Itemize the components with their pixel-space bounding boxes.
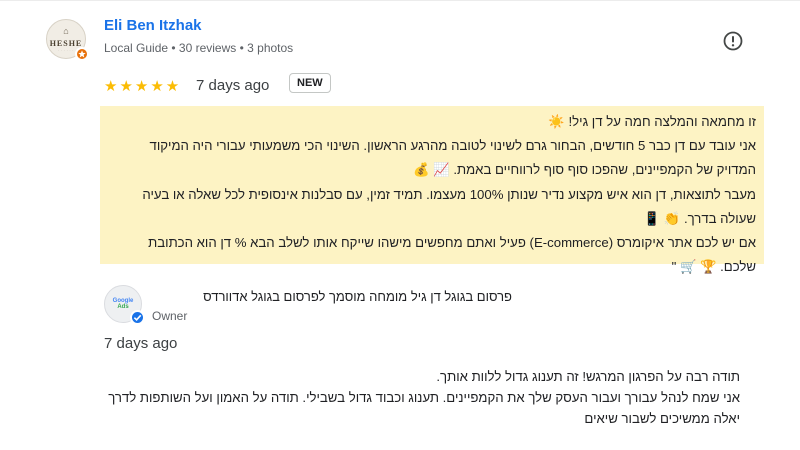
local-guide-star-icon — [75, 47, 89, 61]
star-rating: ★★★★★ — [104, 78, 182, 95]
review-line: אני עובד עם דן כבר 5 חודשים, הבחור גרם ל… — [149, 138, 756, 178]
reply-line: אני שמח לנהל עבורך ועבור העסק שלך את הקמ… — [108, 390, 740, 426]
reply-line: תודה רבה על הפרגון המרגש! זה תענוג גדול … — [436, 369, 740, 384]
owner-reply-text: תודה רבה על הפרגון המרגש! זה תענוג גדול … — [100, 366, 740, 429]
owner-avatar[interactable]: Google Ads — [104, 285, 145, 325]
report-review-icon[interactable] — [722, 30, 744, 52]
owner-avatar-line: Ads — [117, 304, 129, 310]
review-date: 7 days ago — [196, 77, 270, 94]
verified-check-icon — [130, 310, 145, 325]
reviewer-avatar[interactable]: ⌂ HESHE · · · · · · — [46, 19, 89, 61]
review-line: זו מחמאה והמלצה חמה על דן גיל! ☀️ — [548, 114, 756, 129]
avatar-house-icon: ⌂ — [63, 25, 69, 36]
review-line: מעבר לתוצאות, דן הוא איש מקצוע נדיר שנות… — [142, 186, 756, 226]
avatar-sub-text: · · · · · · — [58, 47, 74, 52]
owner-role: Owner — [152, 309, 188, 323]
reviewer-name-link[interactable]: Eli Ben Itzhak — [104, 17, 202, 34]
top-divider — [0, 0, 800, 1]
reviewer-meta: Local Guide • 30 reviews • 3 photos — [104, 41, 294, 55]
review-line: אם יש לכם אתר איקומרס (E-commerce) פעיל … — [148, 235, 756, 275]
avatar-brand-text: HESHE — [49, 38, 83, 48]
owner-name: פרסום בגוגל דן גיל מומחה מוסמך לפרסום בג… — [203, 289, 512, 304]
review-text: זו מחמאה והמלצה חמה על דן גיל! ☀️ אני עו… — [100, 106, 764, 274]
new-badge: NEW — [289, 73, 331, 93]
reply-date: 7 days ago — [104, 335, 178, 352]
